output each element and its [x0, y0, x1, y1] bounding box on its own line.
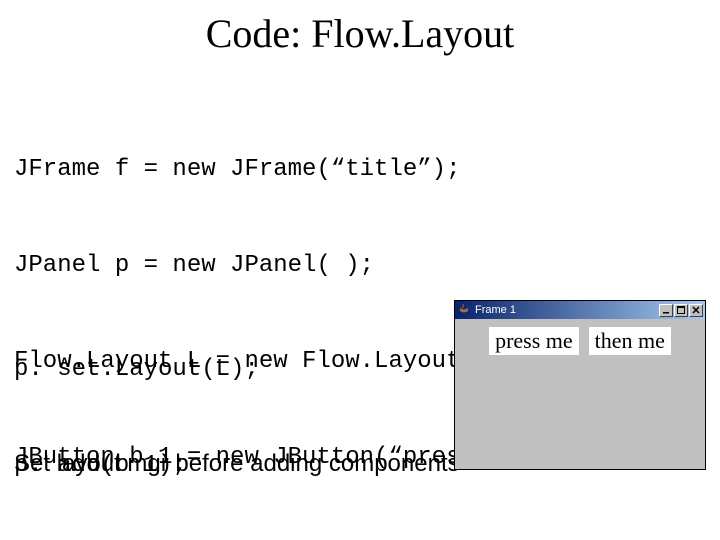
slide-title: Code: Flow.Layout — [0, 10, 720, 57]
press-me-button[interactable]: press me — [489, 327, 579, 355]
code-line: p. set.Layout(L); — [14, 354, 345, 386]
minimize-icon — [662, 306, 670, 314]
then-me-button[interactable]: then me — [589, 327, 671, 355]
minimize-button[interactable] — [659, 304, 673, 317]
code-line: JFrame f = new JFrame(“title”); — [14, 154, 561, 186]
footer-note: Set layout mgr before adding components — [14, 450, 460, 478]
maximize-button[interactable] — [674, 304, 688, 317]
close-button[interactable] — [689, 304, 703, 317]
code-line: JPanel p = new JPanel( ); — [14, 250, 561, 282]
frame-title-text: Frame 1 — [475, 304, 659, 316]
close-icon — [692, 306, 700, 314]
frame-title-controls — [659, 304, 703, 317]
frame-window: Frame 1 press me then me — [454, 300, 706, 470]
code-block-2: p. set.Layout(L); p. add(b 1); p. add(b … — [14, 290, 345, 540]
frame-content-pane: press me then me — [455, 319, 705, 469]
java-cup-icon — [457, 303, 471, 317]
slide: Code: Flow.Layout JFrame f = new JFrame(… — [0, 0, 720, 540]
maximize-icon — [677, 306, 685, 314]
frame-titlebar[interactable]: Frame 1 — [455, 301, 705, 319]
